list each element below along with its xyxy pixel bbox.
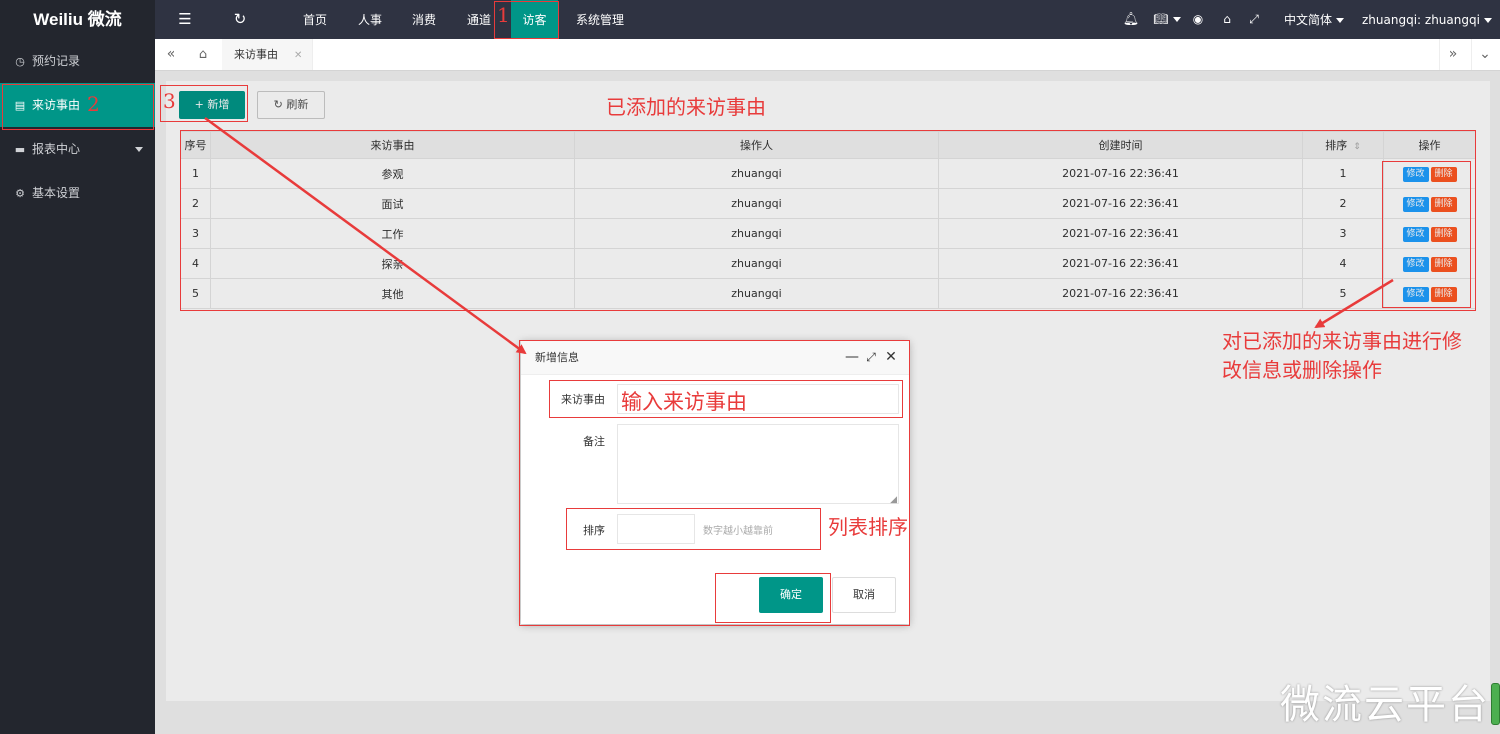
- annotation-arrows: [204, 116, 1394, 355]
- watermark: 微流云平台: [1280, 682, 1490, 728]
- arrow-to-dialog: [204, 116, 527, 355]
- scroll-indicator[interactable]: [1491, 683, 1500, 725]
- arrow-to-actions: [1314, 278, 1394, 329]
